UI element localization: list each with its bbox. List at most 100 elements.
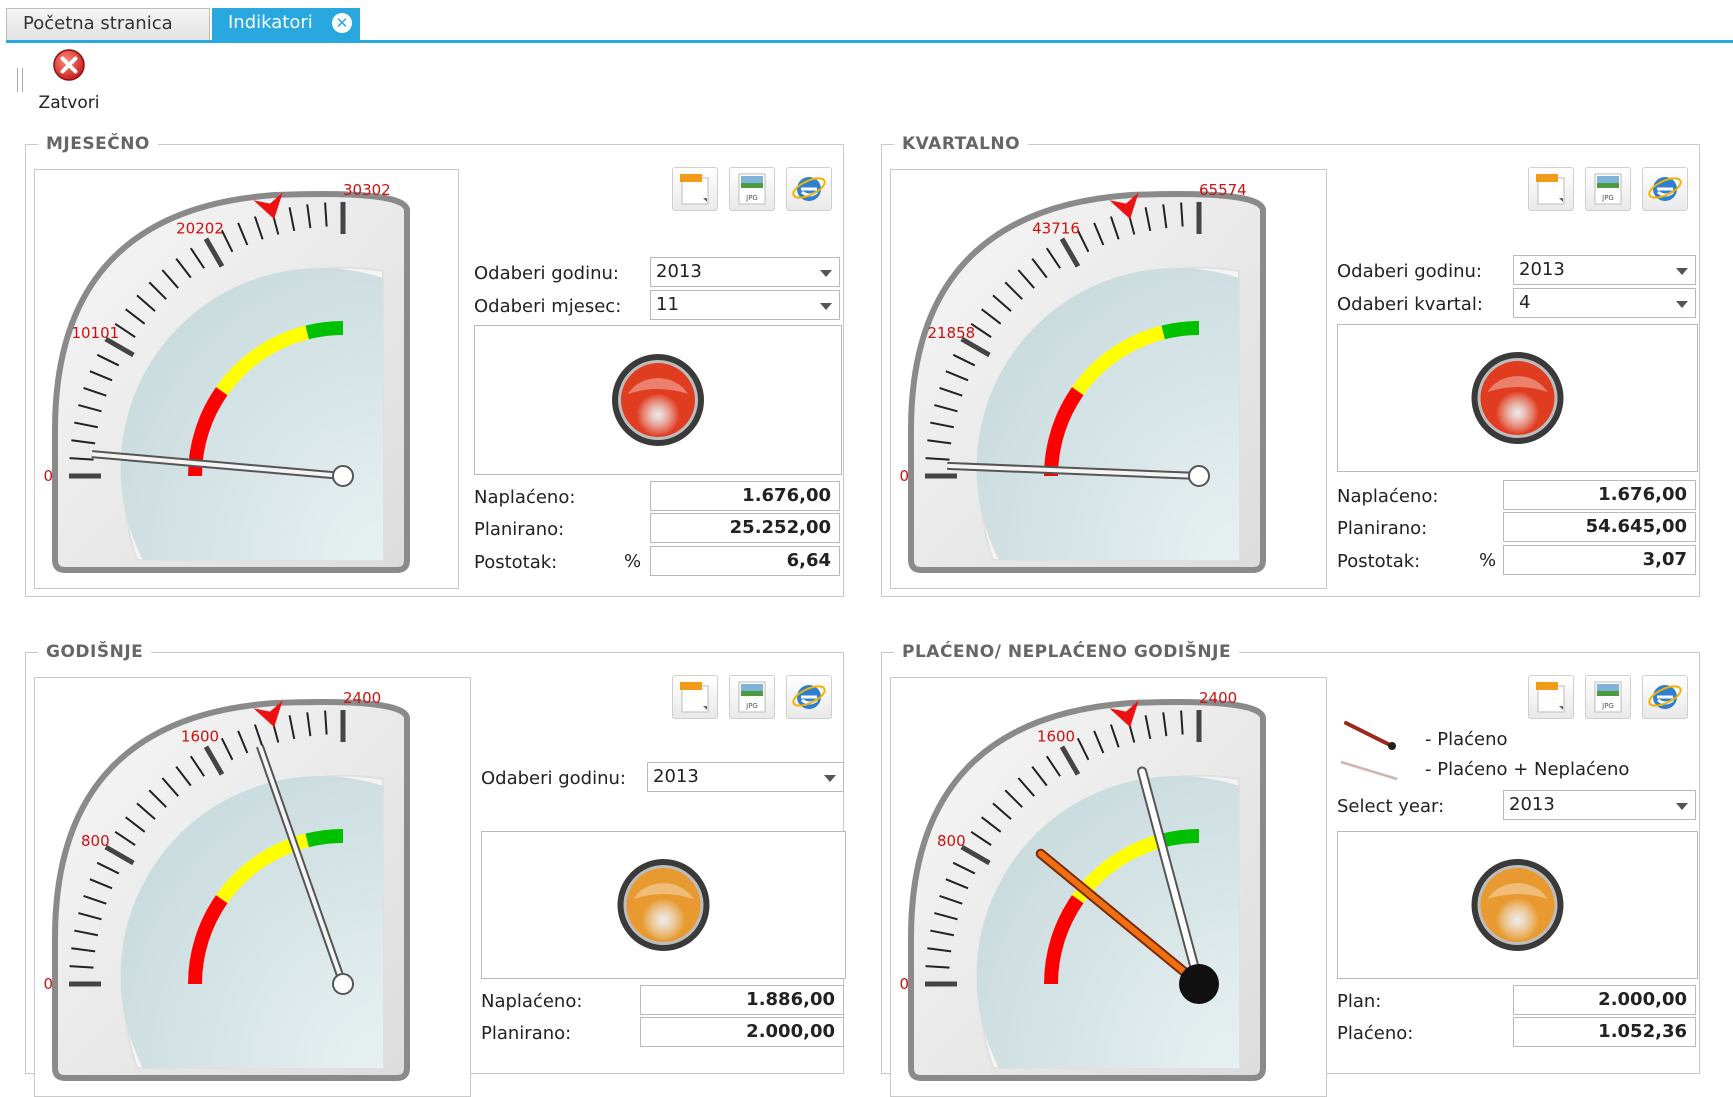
gauge-hub: [332, 465, 354, 487]
tab-close-icon[interactable]: ✕: [332, 13, 352, 33]
gauge-band-green: [1161, 321, 1200, 340]
planned-value: 54.645,00: [1503, 512, 1696, 542]
tab-indicators[interactable]: Indikatori ✕: [212, 8, 360, 40]
quarter-select[interactable]: 4: [1513, 288, 1696, 318]
status-lamp-icon: [1471, 352, 1564, 444]
export-jpg-button[interactable]: JPG: [729, 675, 775, 719]
lamp-bulb: [1480, 868, 1555, 942]
quarter-select-value: 4: [1519, 292, 1531, 313]
export-tiff-button[interactable]: [672, 167, 718, 211]
year-select-value: 2013: [653, 766, 699, 787]
gauge-tick-label: 0: [899, 467, 909, 485]
year-select-value: 2013: [1519, 259, 1565, 280]
jpg-icon: JPG: [1594, 681, 1622, 713]
tab-underline: [6, 40, 1733, 43]
panel-monthly-title: MJESEČNO: [38, 134, 158, 154]
year-select-value: 2013: [656, 261, 702, 282]
export-jpg-button[interactable]: JPG: [1585, 675, 1631, 719]
export-browser-button[interactable]: [1642, 167, 1688, 211]
gauge-tick-label: 800: [937, 832, 966, 850]
year-select[interactable]: 2013: [650, 257, 840, 287]
month-select-value: 11: [656, 294, 679, 315]
gauge-tick-label: 20202: [176, 219, 224, 237]
internet-explorer-icon: [1648, 177, 1682, 201]
gauge-monthly: 0 10101 20202 30302: [34, 169, 459, 589]
chevron-down-icon: [1676, 301, 1688, 308]
tab-bar: Početna stranica Indikatori ✕: [0, 0, 1733, 44]
export-tiff-button[interactable]: [1528, 167, 1574, 211]
percent-unit: %: [1479, 550, 1497, 571]
month-label: Odaberi mjesec:: [474, 296, 622, 317]
gauge-hub: [1179, 964, 1219, 1004]
export-browser-button[interactable]: [786, 167, 832, 211]
percent-unit: %: [624, 551, 642, 572]
tab-home[interactable]: Početna stranica: [6, 8, 210, 40]
jpg-icon: JPG: [738, 173, 766, 205]
panel-paid-unpaid-title: PLAĆENO/ NEPLAĆENO GODIŠNJE: [894, 642, 1240, 662]
gauge-tick-label: 65574: [1199, 181, 1247, 199]
gauge-monthly-svg: 0 10101 20202 30302: [43, 181, 410, 573]
export-browser-button[interactable]: [1642, 675, 1688, 719]
close-button[interactable]: Zatvori: [36, 48, 102, 118]
tiff-icon: [1536, 682, 1565, 713]
gauge-tick-label: 1600: [1037, 727, 1075, 745]
plan-value: 2.000,00: [1513, 985, 1696, 1015]
paid-unpaid-legend-label: - Plaćeno + Neplaćeno: [1425, 759, 1630, 780]
export-tiff-button[interactable]: [672, 675, 718, 719]
gauge-yearly: 0 800 1600 2400: [34, 677, 471, 1097]
percent-value: 3,07: [1503, 545, 1696, 575]
panel-quarterly: KVARTALNO 0 21858 43716 65574 JPG Odaberi g…: [881, 134, 1700, 597]
gauge-tick-label: 21858: [927, 324, 975, 342]
year-select[interactable]: 2013: [647, 762, 844, 792]
export-jpg-button[interactable]: JPG: [729, 167, 775, 211]
year-select[interactable]: 2013: [1513, 255, 1696, 285]
lamp-bulb: [1480, 361, 1555, 435]
export-browser-button[interactable]: [786, 675, 832, 719]
month-select[interactable]: 11: [650, 290, 840, 320]
collected-label: Naplaćeno:: [474, 487, 576, 508]
panel-yearly-title: GODIŠNJE: [38, 642, 152, 662]
status-lamp-box: [474, 325, 842, 475]
collected-label: Naplaćeno:: [1337, 486, 1439, 507]
internet-explorer-icon: [792, 177, 826, 201]
status-lamp-icon: [617, 859, 710, 951]
tab-indicators-label: Indikatori: [228, 12, 313, 33]
tiff-icon: [680, 682, 709, 713]
gauge-band-green: [1161, 829, 1200, 848]
export-tiff-button[interactable]: [1528, 675, 1574, 719]
gauge-tick-label: 0: [43, 975, 53, 993]
year-select[interactable]: 2013: [1503, 790, 1696, 820]
svg-text:JPG: JPG: [1601, 194, 1614, 202]
lamp-bulb: [621, 363, 695, 437]
panel-yearly: GODIŠNJE 0 800 1600 2400 JPG Odaberi godinu…: [25, 642, 846, 1097]
collected-value: 1.676,00: [650, 481, 840, 511]
year-label: Odaberi godinu:: [1337, 261, 1482, 282]
export-jpg-button[interactable]: JPG: [1585, 167, 1631, 211]
status-lamp-icon: [1471, 859, 1564, 951]
percent-label: Postotak:: [474, 552, 558, 573]
gauge-paid-unpaid: 0 800 1600 2400: [890, 677, 1327, 1097]
toolbar-grip[interactable]: [17, 68, 23, 92]
panel-monthly: MJESEČNO 0 10101 20202 30302 JPG Odaberi go…: [25, 134, 844, 597]
collected-label: Naplaćeno:: [481, 991, 583, 1012]
gauge-tick-label: 43716: [1032, 219, 1080, 237]
panel-quarterly-title: KVARTALNO: [894, 134, 1029, 154]
gauge-tick-label: 1600: [181, 727, 219, 745]
collected-value: 1.886,00: [640, 985, 844, 1015]
gauge-hub: [332, 973, 354, 995]
lamp-bulb: [626, 868, 701, 942]
gauge-tick-label: 30302: [343, 181, 391, 199]
chevron-down-icon: [820, 270, 832, 277]
gauge-band-green: [305, 321, 344, 340]
percent-label: Postotak:: [1337, 551, 1421, 572]
gauge-tick-label: 0: [899, 975, 909, 993]
plan-label: Plan:: [1337, 991, 1382, 1012]
chevron-down-icon: [1676, 268, 1688, 275]
gauge-quarterly-svg: 0 21858 43716 65574: [899, 181, 1266, 573]
planned-label: Planirano:: [1337, 518, 1428, 539]
jpg-icon: JPG: [738, 681, 766, 713]
chevron-down-icon: [1676, 803, 1688, 810]
gauge-band-green: [305, 829, 344, 848]
status-lamp-icon: [612, 354, 704, 446]
panel-paid-unpaid: PLAĆENO/ NEPLAĆENO GODIŠNJE 0 800 1600 2400…: [881, 642, 1700, 1097]
